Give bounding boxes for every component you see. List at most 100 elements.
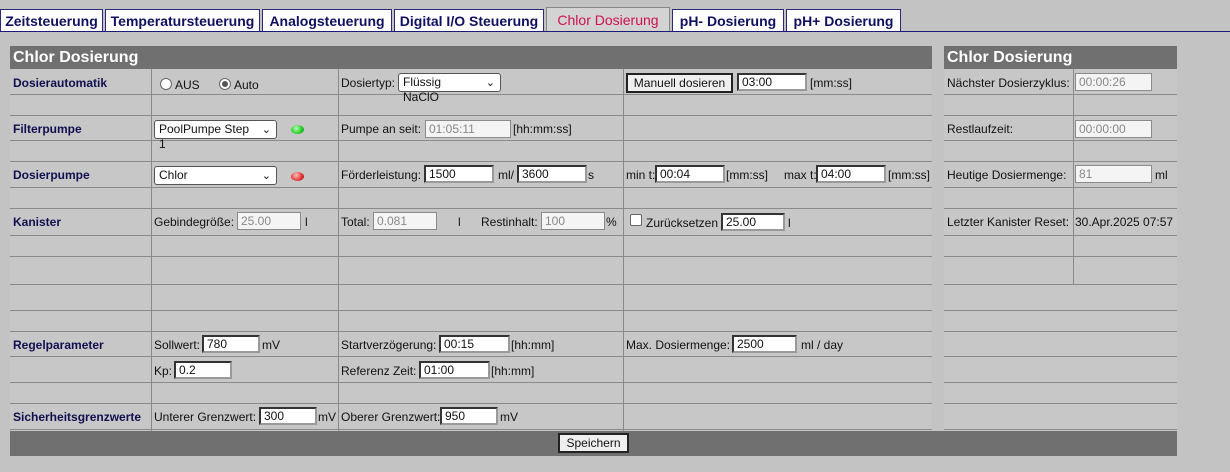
row-divider [944,429,1177,430]
unterer-grenzwert-label: Unterer Grenzwert: [154,410,257,424]
pumpe-an-seit-input [425,120,511,138]
restlaufzeit-input [1075,120,1152,138]
gebindegroesse-unit: l [305,215,308,229]
row-divider [944,284,1177,285]
naechster-dosierzyklus-input [1075,73,1152,91]
referenz-zeit-input[interactable] [419,361,490,379]
kanister-label: Kanister [13,215,62,229]
total-unit: l [458,215,461,229]
row-divider [944,187,1177,188]
col-divider [151,69,152,431]
gebindegroesse-input [237,212,301,230]
dosiertyp-value: Flüssig NaClO [403,75,442,104]
max-dosiermenge-label: Max. Dosiermenge: [626,338,731,352]
oberer-grenzwert-input[interactable] [440,407,498,425]
row-divider [10,382,932,383]
foerderleistung-time-unit: s [588,168,594,182]
heutige-dosiermenge-input [1075,165,1152,183]
zuruecksetzen-checkbox[interactable] [630,214,642,226]
main-panel: Chlor Dosierung Dosierautomatik AUS Auto… [10,46,932,456]
letzter-kanister-reset-label: Letzter Kanister Reset: [947,215,1070,229]
max-t-unit: [mm:ss] [888,168,930,182]
zuruecksetzen-input[interactable] [721,213,785,231]
kp-input[interactable] [174,361,232,379]
tab-chlor-dosierung[interactable]: Chlor Dosierung [546,7,670,32]
zuruecksetzen-unit: l [788,216,791,230]
dosierpumpe-label: Dosierpumpe [13,168,90,182]
max-dosiermenge-input[interactable] [732,335,797,353]
row-divider [944,331,1177,332]
filterpumpe-status-icon [291,125,304,134]
manuell-dosieren-unit: [mm:ss] [810,76,852,90]
dosiertyp-label: Dosiertyp: [341,76,396,90]
radio-aus[interactable] [160,78,172,90]
letzter-kanister-reset-value: 30.Apr.2025 07:57 [1075,215,1174,229]
row-divider [944,382,1177,383]
chevron-down-icon: ⌄ [261,170,271,182]
tab-temperatursteuerung[interactable]: Temperatursteuerung [105,9,260,31]
max-t-input[interactable] [816,165,886,183]
radio-aus-label: AUS [175,78,200,92]
sollwert-input[interactable] [202,335,260,353]
foerderleistung-label: Förderleistung: [341,168,422,182]
panel-gap [932,46,944,456]
row-divider [10,310,932,311]
restinhalt-input [541,212,605,230]
min-t-input[interactable] [655,165,725,183]
startverzoegerung-input[interactable] [439,335,510,353]
tab-analogsteuerung[interactable]: Analogsteuerung [262,9,392,31]
row-divider [10,331,932,332]
row-divider [944,161,1177,162]
tab-ph-minus-dosierung[interactable]: pH- Dosierung [672,9,784,31]
oberer-grenzwert-label: Oberer Grenzwert: [341,410,441,424]
radio-auto[interactable] [219,78,231,90]
row-divider [944,115,1177,116]
row-divider [10,284,932,285]
row-divider [10,256,932,257]
row-divider [10,429,932,430]
col-divider [623,69,624,431]
pumpe-an-seit-label: Pumpe an seit: [341,122,422,136]
unterer-grenzwert-unit: mV [318,410,336,424]
row-divider [10,403,932,404]
tab-digital-io-steuerung[interactable]: Digital I/O Steuerung [394,9,544,31]
foerderleistung-unit: ml/ [498,168,514,182]
unterer-grenzwert-input[interactable] [259,407,317,425]
row-divider [10,356,932,357]
row-divider [944,208,1177,209]
startverzoegerung-label: Startverzögerung: [341,338,437,352]
dosierpumpe-select[interactable]: Chlor ⌄ [154,166,277,185]
regelparameter-label: Regelparameter [13,338,104,352]
referenz-zeit-unit: [hh:mm] [491,364,535,378]
row-divider [10,115,932,116]
row-divider [944,403,1177,404]
filterpumpe-value: PoolPumpe Step 1 [159,122,250,151]
tab-zeitsteuerung[interactable]: Zeitsteuerung [0,9,103,31]
sollwert-label: Sollwert: [154,338,201,352]
min-t-label: min t: [626,168,656,182]
foerderleistung-time-input[interactable] [517,165,587,183]
speichern-button[interactable]: Speichern [558,433,629,453]
col-divider [1073,256,1074,284]
row-divider [944,140,1177,141]
manuell-dosieren-button[interactable]: Manuell dosieren [626,73,733,93]
col-divider [1073,69,1074,284]
tab-ph-plus-dosierung[interactable]: pH+ Dosierung [786,9,901,31]
restinhalt-label: Restinhalt: [481,215,538,229]
dosiertyp-select[interactable]: Flüssig NaClO ⌄ [398,73,501,104]
main-panel-title: Chlor Dosierung [10,46,932,69]
row-divider [944,94,1177,95]
sicherheitsgrenzwerte-label: Sicherheitsgrenzwerte [13,410,142,424]
foerderleistung-input[interactable] [424,165,494,183]
dosierpumpe-value: Chlor [159,168,188,182]
row-divider [10,94,932,95]
zuruecksetzen-label: Zurücksetzen [646,216,719,230]
total-label: Total: [341,215,370,229]
row-divider [10,208,932,209]
manuell-dosieren-input[interactable] [737,73,807,91]
status-panel-title: Chlor Dosierung [944,46,1177,69]
sollwert-unit: mV [262,338,280,352]
pumpe-an-seit-unit: [hh:mm:ss] [513,122,572,136]
oberer-grenzwert-unit: mV [500,410,518,424]
filterpumpe-select[interactable]: PoolPumpe Step 1 ⌄ [154,120,277,151]
